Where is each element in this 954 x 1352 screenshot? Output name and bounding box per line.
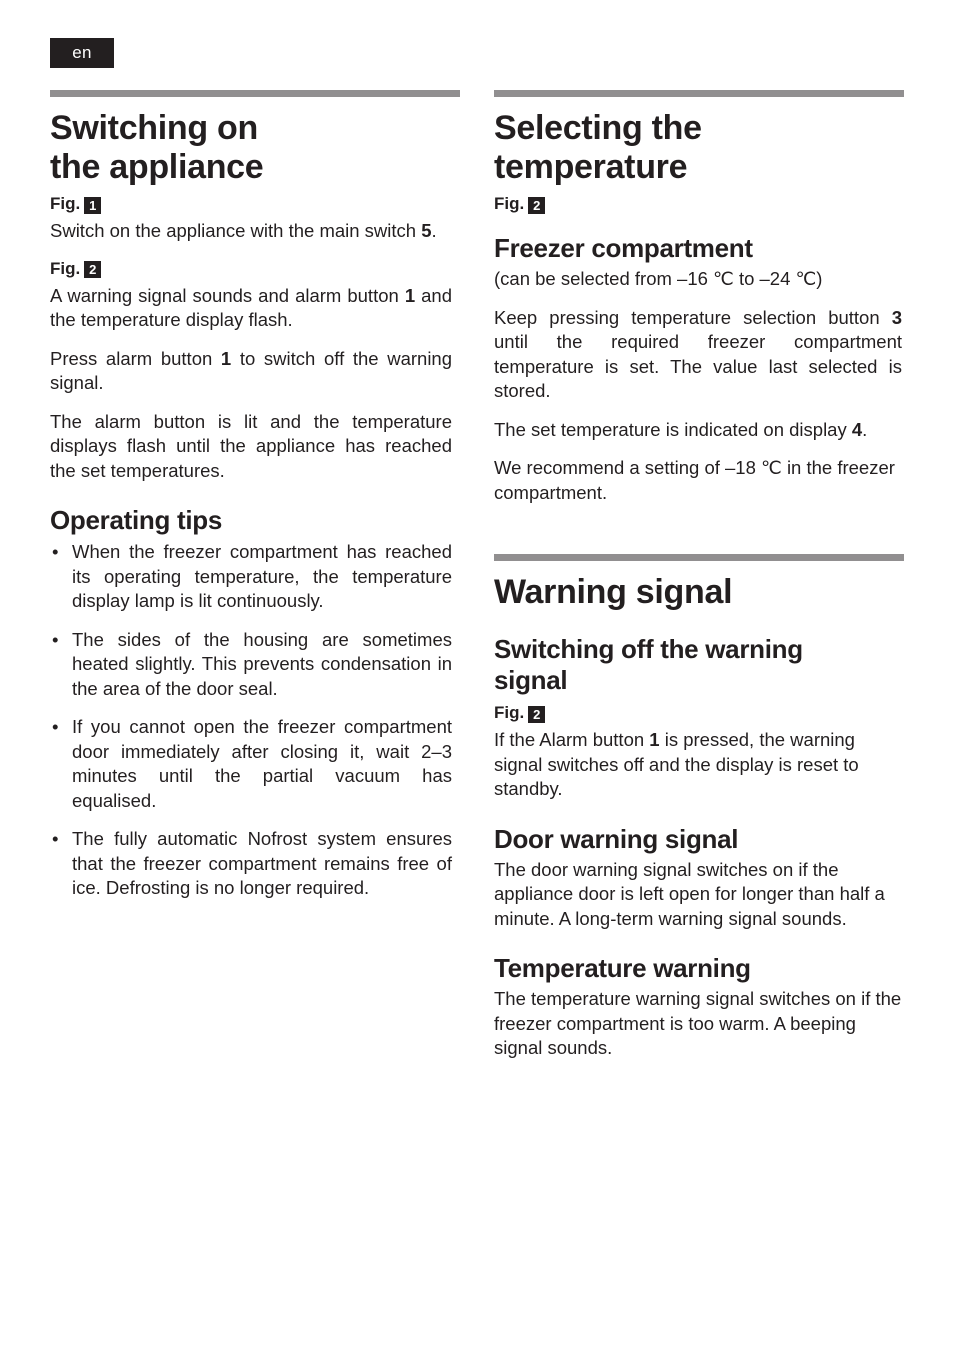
fig-number-badge: 2 (528, 705, 546, 723)
text-run: until the required freezer compartment t… (494, 331, 902, 401)
section-rule-selecting-temperature (494, 90, 904, 97)
paragraph-warning-signal-sounds: A warning signal sounds and alarm button… (50, 284, 452, 333)
fig-reference-1: Fig. 1 (50, 193, 452, 215)
fig-reference-2: Fig. 2 (50, 258, 452, 280)
paragraph-set-temperature-display: The set temperature is indicated on disp… (494, 418, 902, 443)
paragraph-alarm-button-pressed: If the Alarm button 1 is pressed, the wa… (494, 728, 902, 802)
left-column: Switching on the appliance Fig. 1 Switch… (0, 90, 460, 1075)
operating-tips-list: When the freezer compartment has reached… (50, 540, 452, 901)
subheading-line-1: Switching off the warning (494, 634, 803, 664)
fig-reference-warning: Fig. 2 (494, 702, 902, 724)
fig-label: Fig. (494, 703, 525, 722)
list-item: The sides of the housing are sometimes h… (50, 628, 452, 702)
language-badge: en (50, 38, 114, 68)
title-line-2: the appliance (50, 148, 264, 186)
paragraph-press-alarm-button: Press alarm button 1 to switch off the w… (50, 347, 452, 396)
text-run: . (862, 418, 868, 440)
subheading-temperature-warning: Temperature warning (494, 953, 751, 983)
list-item: When the freezer compartment has reached… (50, 540, 452, 614)
title-line-1: Selecting the (494, 109, 702, 147)
paragraph-keep-pressing: Keep pressing temperature selection butt… (494, 306, 902, 404)
fig-label: Fig. (50, 194, 81, 213)
fig-reference-temperature: Fig. 2 (494, 193, 902, 215)
bold-ref: 1 (220, 347, 232, 369)
right-column: Selecting the temperature Fig. 2 Freezer… (452, 90, 954, 1075)
list-item: The fully automatic Nofrost system ensur… (50, 827, 452, 901)
bold-ref: 4 (851, 418, 863, 440)
paragraph-temperature-warning: The temperature warning signal switches … (494, 988, 902, 1058)
text-run: . (431, 220, 437, 241)
text-run: Keep pressing temperature selection butt… (494, 306, 892, 328)
section-rule-warning-signal (494, 554, 904, 561)
title-line-2: temperature (494, 148, 688, 186)
page-title-warning-signal: Warning signal (494, 573, 733, 611)
page-title-selecting-temperature: Selecting the temperature (494, 109, 902, 187)
section-rule-switching-on (50, 90, 460, 97)
fig-number-badge: 2 (528, 196, 546, 214)
paragraph-switch-on: Switch on the appliance with the main sw… (50, 219, 452, 244)
paragraph-temperature-range: (can be selected from –16 ℃ to –24 ℃) (494, 268, 823, 289)
subheading-freezer-compartment: Freezer compartment (494, 233, 753, 263)
fig-number-badge: 1 (84, 196, 102, 214)
subheading-line-2: signal (494, 665, 568, 695)
two-column-body: Switching on the appliance Fig. 1 Switch… (0, 90, 954, 1075)
text-run: Switch on the appliance with the main sw… (50, 220, 422, 241)
subheading-door-warning-signal: Door warning signal (494, 823, 739, 854)
fig-number-badge: 2 (84, 261, 102, 278)
bold-ref: 3 (891, 306, 902, 328)
bold-ref: 1 (649, 729, 660, 750)
paragraph-door-warning-signal: The door warning signal switches on if t… (494, 858, 885, 929)
title-line-1: Switching on (50, 109, 258, 147)
text-run: A warning signal sounds and alarm button (50, 284, 405, 306)
paragraph-recommended-setting: We recommend a setting of –18 ℃ in the f… (494, 457, 895, 503)
text-run: Press alarm button (50, 347, 221, 369)
paragraph-alarm-button-lit: The alarm button is lit and the temperat… (50, 410, 452, 481)
document-page: en Switching on the appliance Fig. 1 Swi… (0, 0, 954, 1352)
fig-label: Fig. (50, 258, 81, 278)
page-title-switching-on: Switching on the appliance (50, 109, 452, 187)
subheading-switching-off-warning-signal: Switching off the warning signal (494, 634, 902, 696)
text-run: The set temperature is indicated on disp… (494, 418, 852, 440)
subheading-operating-tips: Operating tips (50, 505, 223, 535)
list-item: If you cannot open the freezer compartme… (50, 715, 452, 813)
fig-label: Fig. (494, 194, 525, 213)
bold-ref: 1 (404, 284, 416, 306)
text-run: If the Alarm button (494, 729, 650, 750)
bold-ref: 5 (421, 220, 432, 241)
